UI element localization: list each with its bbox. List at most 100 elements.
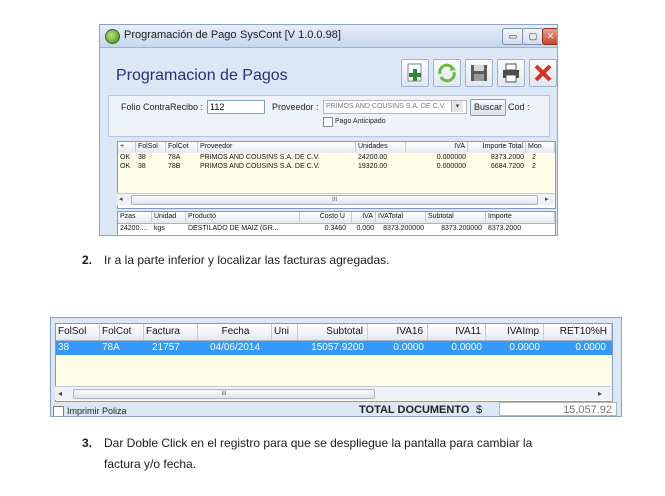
step-text-continued: factura y/o fecha. — [104, 457, 197, 471]
horizontal-scrollbar[interactable]: ◂ III ▸ — [117, 193, 554, 205]
close-button[interactable] — [529, 59, 557, 87]
scroll-thumb[interactable]: III — [73, 389, 375, 399]
proveedor-select[interactable]: PRIMOS AND COUSINS S.A. DE C.V. — [323, 100, 467, 114]
print-button[interactable] — [497, 59, 525, 87]
column-header[interactable]: FolCot — [166, 142, 198, 152]
step-text: Ir a la parte inferior y localizar las f… — [104, 253, 390, 267]
cell: 0.0000 — [509, 342, 540, 353]
folio-input[interactable]: 112 — [207, 100, 265, 114]
search-button[interactable]: Buscar — [470, 99, 506, 116]
step-text: Dar Doble Click en el registro para que … — [104, 436, 533, 450]
column-header[interactable]: Factura — [144, 324, 198, 340]
page-title: Programacion de Pagos — [116, 67, 288, 84]
window-titlebar: Programación de Pago SysCont [V 1.0.0.98… — [100, 25, 557, 48]
column-header[interactable]: Unidad — [152, 212, 186, 222]
column-header[interactable]: Subtotal — [298, 324, 368, 340]
cod-label: Cod : — [508, 102, 530, 112]
search-form: Folio ContraRecibo : 112 Proveedor : PRI… — [108, 95, 550, 137]
screenshot-programacion-pagos: Programación de Pago SysCont [V 1.0.0.98… — [99, 24, 558, 236]
pago-anticipado-label: Pago Anticipado — [335, 118, 386, 125]
cell: 21757 — [152, 342, 180, 353]
cell: 38 — [58, 342, 70, 353]
column-header[interactable]: RET10%H — [544, 324, 612, 340]
column-header[interactable]: Uni — [272, 324, 298, 340]
table-row[interactable]: 24200.... kgs DESTILADO DE MAIZ (GR... 0… — [118, 224, 555, 234]
column-header[interactable]: Importe Total — [468, 142, 526, 152]
refresh-button[interactable] — [433, 59, 461, 87]
cell: 78A — [102, 342, 120, 353]
column-header[interactable]: IVA16 — [368, 324, 428, 340]
column-header[interactable]: FolCot — [100, 324, 144, 340]
column-header[interactable]: FolSol — [56, 324, 100, 340]
minimize-button[interactable]: ▭ — [502, 28, 524, 45]
step-number: 2. — [82, 253, 93, 267]
maximize-button[interactable]: ▢ — [522, 28, 544, 45]
cell: 0.000000 — [436, 163, 466, 170]
column-header[interactable]: IVA — [406, 142, 468, 152]
pago-anticipado-checkbox[interactable] — [323, 117, 333, 127]
column-header[interactable]: Proveedor — [198, 142, 356, 152]
column-header[interactable]: Producto — [186, 212, 300, 222]
cell: 6684.7200 — [490, 163, 524, 170]
app-name: SysCont [V 1.0.0.98] — [240, 29, 341, 41]
selected-table-row[interactable]: 38 78A 21757 04/06/2014 15057.9200 0.000… — [56, 341, 612, 355]
imprimir-poliza-checkbox[interactable] — [53, 406, 64, 416]
window-close-button[interactable]: ✕ — [542, 28, 557, 45]
cell: 0.3460 — [324, 225, 346, 232]
column-header[interactable]: Unidades — [356, 142, 406, 152]
save-button[interactable] — [465, 59, 493, 87]
column-header[interactable]: Subtotal — [426, 212, 486, 222]
column-header[interactable]: IVAImp — [486, 324, 544, 340]
column-header[interactable]: IVA — [352, 212, 376, 222]
column-header[interactable]: FolSol — [136, 142, 166, 152]
column-header[interactable]: IVA11 — [428, 324, 486, 340]
column-header[interactable]: Mon — [526, 142, 555, 152]
currency-symbol: $ — [476, 404, 483, 416]
cell: 8373.200000 — [383, 225, 424, 232]
scroll-right-icon[interactable]: ▸ — [598, 387, 602, 400]
window-title: Programación de Pago — [124, 29, 237, 41]
cell: kgs — [154, 225, 165, 232]
step-number: 3. — [82, 436, 93, 450]
grid-header: FolSol FolCot Factura Fecha Uni Subtotal… — [56, 324, 612, 341]
screenshot-facturas: FolSol FolCot Factura Fecha Uni Subtotal… — [50, 317, 622, 417]
cell: 8373.2000 — [488, 225, 522, 232]
scroll-right-icon[interactable]: ▸ — [545, 194, 549, 205]
cell: 04/06/2014 — [209, 342, 261, 353]
cell: 38 — [138, 163, 146, 170]
refresh-icon — [438, 63, 456, 83]
cell: 78B — [168, 163, 181, 170]
table-row[interactable]: OK 38 78B PRIMOS AND COUSINS S.A. DE C.V… — [118, 162, 555, 172]
column-header[interactable]: IVATotal — [376, 212, 426, 222]
cell: 8373.200000 — [441, 225, 482, 232]
close-icon — [534, 64, 552, 82]
folio-label: Folio ContraRecibo : — [121, 102, 204, 112]
total-documento-label: TOTAL DOCUMENTO — [359, 404, 470, 416]
new-button[interactable] — [401, 59, 429, 87]
column-header[interactable]: Fecha — [198, 324, 272, 340]
chevron-down-icon[interactable]: ▾ — [451, 101, 463, 112]
new-icon — [407, 63, 422, 82]
cell: 15057.9200 — [311, 342, 364, 353]
scroll-left-icon[interactable]: ◂ — [119, 194, 123, 205]
column-header[interactable]: Pzas — [118, 212, 152, 222]
column-header[interactable]: + — [118, 142, 136, 152]
grid-body: OK 38 78A PRIMOS AND COUSINS S.A. DE C.V… — [118, 153, 555, 196]
scroll-left-icon[interactable]: ◂ — [58, 387, 62, 400]
save-icon — [471, 65, 487, 81]
cell: 0.0000 — [575, 342, 606, 353]
cell: 0.0000 — [451, 342, 482, 353]
imprimir-poliza-label: Imprimir Poliza — [67, 406, 127, 416]
grid-header: Pzas Unidad Producto Costo U IVA IVATota… — [118, 212, 555, 224]
total-documento-field: 15,057.92 — [499, 402, 617, 416]
proveedor-label: Proveedor : — [272, 102, 319, 112]
cell: 19320.00 — [358, 163, 388, 170]
cell: 2 — [532, 163, 536, 170]
column-header[interactable]: Importe — [486, 212, 555, 222]
cell: DESTILADO DE MAIZ (GR... — [188, 225, 279, 232]
column-header[interactable]: Costo U — [300, 212, 352, 222]
app-icon — [105, 29, 120, 44]
cell: 0.0000 — [393, 342, 424, 353]
scroll-thumb[interactable]: III — [131, 195, 538, 205]
horizontal-scrollbar[interactable]: ◂ III ▸ — [55, 386, 611, 400]
